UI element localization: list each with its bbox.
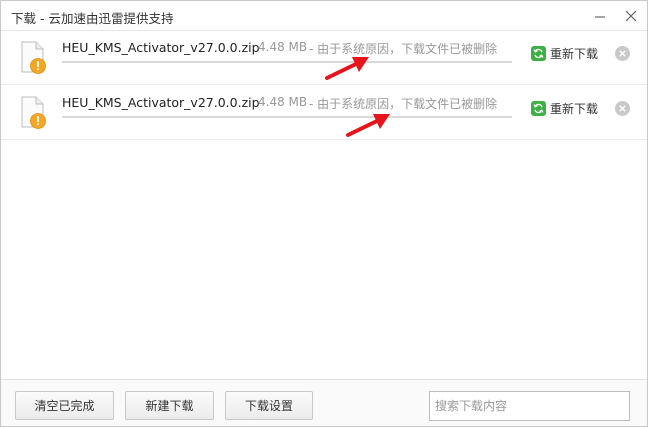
download-status: - 由于系统原因，下载文件已被删除 [309, 97, 498, 111]
download-settings-button[interactable]: 下载设置 [225, 391, 313, 420]
new-download-button[interactable]: 新建下载 [125, 391, 214, 420]
file-name[interactable]: HEU_KMS_Activator_v27.0.0.zip [62, 95, 260, 110]
download-window: 下载 - 云加速由迅雷提供支持 HEU_KMS_Activator_v27.0.… [0, 0, 648, 427]
minimize-icon [595, 16, 605, 18]
red-arrow-annotation [325, 57, 369, 80]
download-item: HEU_KMS_Activator_v27.0.0.zip 4.48 MB - … [1, 32, 647, 85]
minimize-button[interactable] [589, 5, 611, 27]
footer-toolbar: 清空已完成 新建下载 下载设置 [1, 379, 647, 426]
file-warning-icon [19, 96, 49, 130]
title-bar: 下载 - 云加速由迅雷提供支持 [1, 1, 647, 31]
redownload-button[interactable]: 重新下载 [531, 44, 598, 62]
remove-item-button[interactable] [615, 46, 630, 61]
download-item: HEU_KMS_Activator_v27.0.0.zip 4.48 MB - … [1, 87, 647, 140]
refresh-icon [531, 45, 546, 61]
window-title: 下载 - 云加速由迅雷提供支持 [11, 11, 174, 26]
close-icon [619, 105, 626, 112]
file-warning-icon [19, 41, 49, 75]
redownload-label: 重新下载 [550, 101, 599, 116]
file-size: 4.48 MB [258, 95, 308, 109]
close-icon [625, 10, 637, 22]
clear-completed-button[interactable]: 清空已完成 [15, 391, 114, 420]
close-button[interactable] [620, 5, 642, 27]
refresh-icon [531, 100, 546, 116]
close-icon [619, 50, 626, 57]
progress-bar [62, 61, 512, 63]
redownload-button[interactable]: 重新下载 [531, 99, 598, 117]
redownload-label: 重新下载 [550, 46, 599, 61]
download-status: - 由于系统原因，下载文件已被删除 [309, 42, 498, 56]
file-name[interactable]: HEU_KMS_Activator_v27.0.0.zip [62, 40, 260, 55]
progress-bar [62, 116, 512, 118]
file-size: 4.48 MB [258, 40, 308, 54]
search-input[interactable] [429, 391, 630, 421]
remove-item-button[interactable] [615, 101, 630, 116]
